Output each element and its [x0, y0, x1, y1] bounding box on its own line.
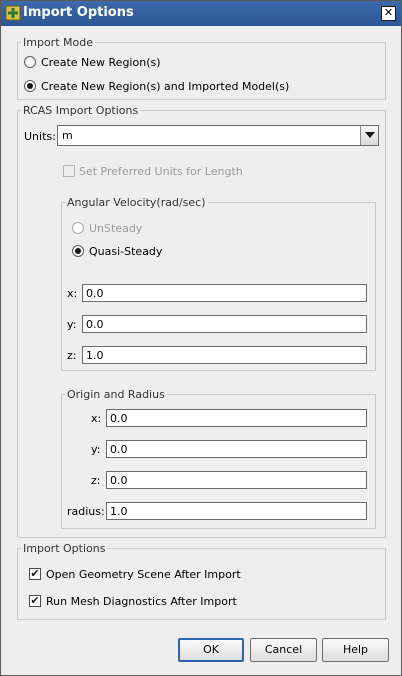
checkmark-icon: ✔ — [30, 594, 40, 607]
radio-create-region[interactable] — [24, 56, 36, 68]
units-dropdown[interactable]: m — [57, 125, 379, 146]
import-mode-label: Import Mode — [21, 36, 95, 49]
checkmark-icon: ✔ — [30, 567, 40, 580]
close-icon: ✕ — [383, 6, 394, 19]
radio-unsteady-label: UnSteady — [89, 222, 143, 235]
angular-x-input[interactable]: 0.0 — [82, 284, 367, 302]
angular-x-label: x: — [67, 287, 78, 300]
radius-input[interactable]: 1.0 — [106, 502, 367, 520]
radio-quasi-steady-label[interactable]: Quasi-Steady — [89, 245, 162, 258]
title-bar[interactable]: Import Options ✕ — [1, 1, 401, 26]
angular-y-input[interactable]: 0.0 — [82, 315, 367, 333]
radio-quasi-steady[interactable] — [72, 245, 84, 257]
angular-z-input[interactable]: 1.0 — [82, 346, 367, 364]
window-title: Import Options — [23, 5, 134, 20]
origin-radius-label: Origin and Radius — [65, 388, 167, 401]
run-mesh-diagnostics-checkbox[interactable]: ✔ — [29, 595, 41, 607]
preferred-units-label: Set Preferred Units for Length — [79, 165, 243, 178]
angular-z-label: z: — [67, 349, 77, 362]
radio-unsteady[interactable] — [72, 222, 84, 234]
origin-x-input[interactable]: 0.0 — [106, 409, 367, 427]
radio-create-region-model-label[interactable]: Create New Region(s) and Imported Model(… — [41, 80, 289, 93]
app-icon — [5, 5, 21, 21]
close-button[interactable]: ✕ — [381, 6, 396, 21]
help-button[interactable]: Help — [322, 638, 389, 662]
radio-create-region-model[interactable] — [24, 80, 36, 92]
dropdown-arrow[interactable] — [360, 126, 378, 145]
chevron-down-icon — [365, 132, 375, 138]
import-options-dialog: Import Options ✕ Import Mode Create New … — [0, 0, 402, 676]
radius-label: radius: — [67, 505, 105, 518]
import-options-label: Import Options — [21, 542, 108, 555]
open-geometry-checkbox[interactable]: ✔ — [29, 568, 41, 580]
radio-create-region-label[interactable]: Create New Region(s) — [41, 56, 161, 69]
cancel-button[interactable]: Cancel — [250, 638, 317, 662]
run-mesh-diagnostics-label[interactable]: Run Mesh Diagnostics After Import — [46, 595, 237, 608]
preferred-units-checkbox[interactable] — [63, 165, 75, 177]
ok-button[interactable]: OK — [178, 638, 244, 662]
origin-y-input[interactable]: 0.0 — [106, 440, 367, 458]
units-label: Units: — [24, 130, 56, 143]
origin-y-label: y: — [91, 443, 101, 456]
units-value: m — [62, 129, 73, 142]
rcas-import-options-label: RCAS Import Options — [21, 104, 141, 117]
origin-z-label: z: — [91, 474, 101, 487]
origin-z-input[interactable]: 0.0 — [106, 471, 367, 489]
angular-y-label: y: — [67, 318, 77, 331]
angular-velocity-label: Angular Velocity(rad/sec) — [65, 196, 208, 209]
import-options-group — [17, 548, 386, 620]
origin-x-label: x: — [91, 412, 102, 425]
open-geometry-label[interactable]: Open Geometry Scene After Import — [46, 568, 241, 581]
